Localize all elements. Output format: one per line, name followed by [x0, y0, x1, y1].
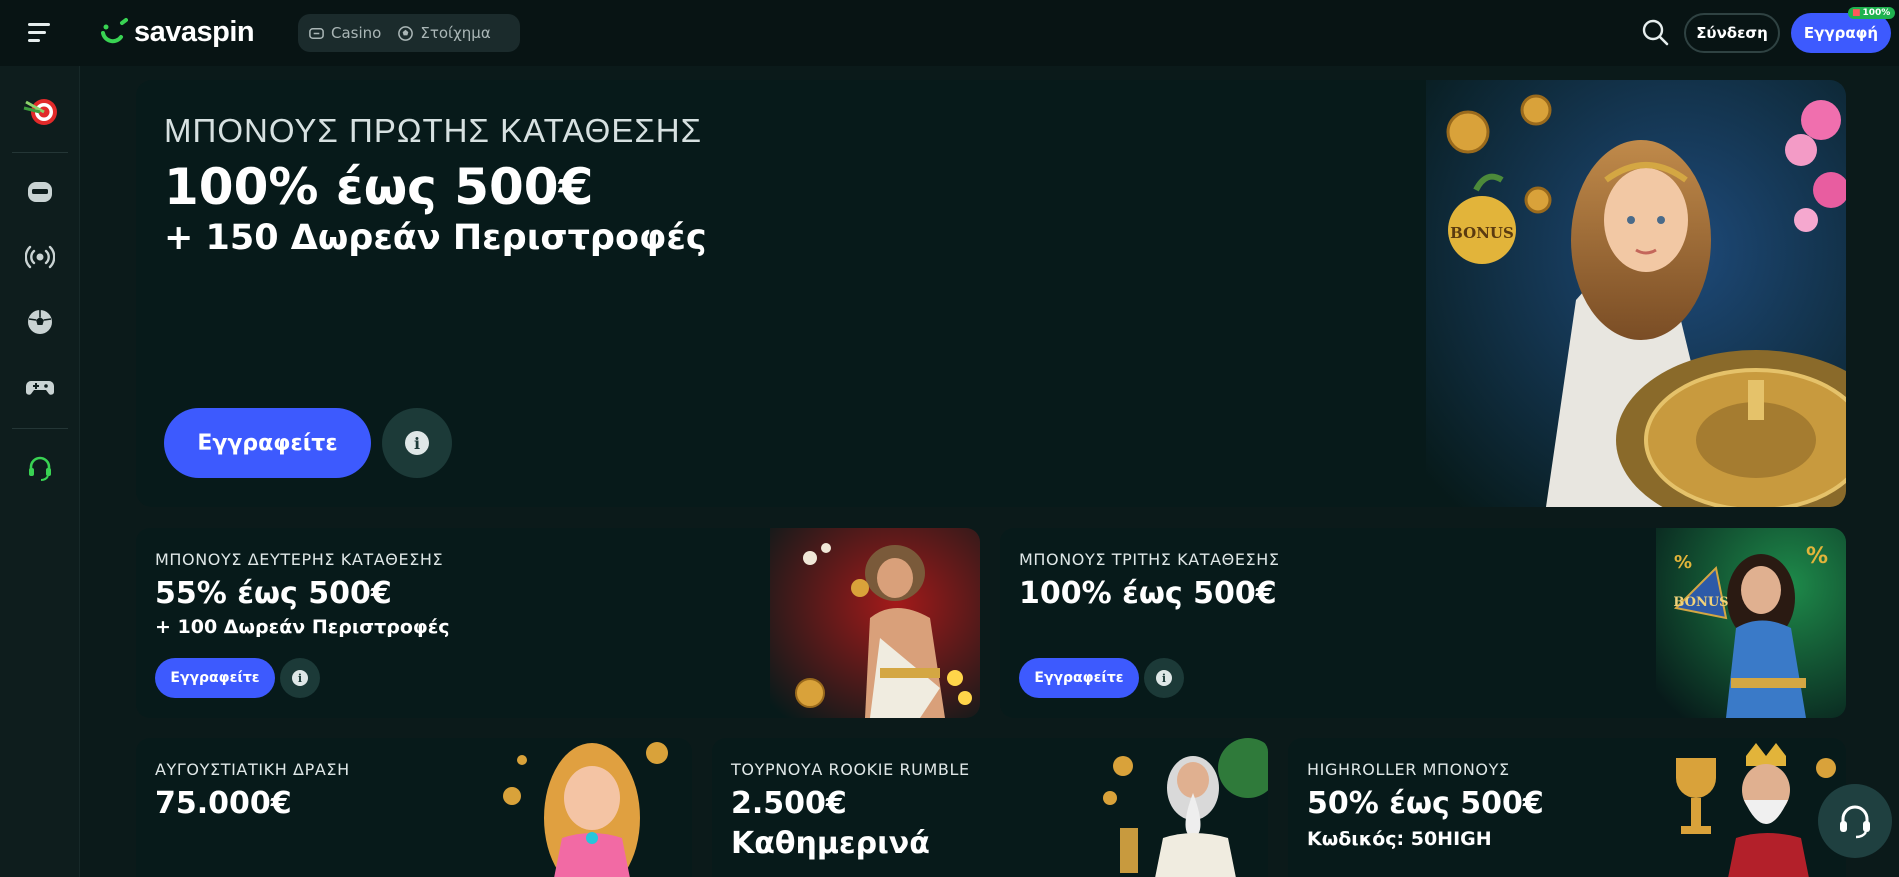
- nav-sports-label: Στοίχημα: [420, 24, 491, 42]
- hero-title: 100% έως 500€: [164, 158, 594, 216]
- zeus-illustration: [770, 528, 980, 718]
- live-broadcast-icon[interactable]: [20, 237, 60, 277]
- nav-casino-label: Casino: [331, 24, 382, 42]
- info-icon: i: [292, 670, 308, 686]
- login-button[interactable]: Σύνδεση: [1684, 13, 1780, 53]
- support-chat-icon: [1840, 805, 1870, 839]
- casino-icon: [309, 27, 324, 39]
- hero-kicker: ΜΠΟΝΟΥΣ ΠΡΩΤΗΣ ΚΑΤΑΘΕΣΗΣ: [164, 112, 702, 149]
- top-nav: Casino Στοίχημα: [298, 14, 520, 52]
- promo-title: 55% έως 500€: [155, 576, 392, 611]
- promo-card-third-deposit: ΜΠΟΝΟΥΣ ΤΡΙΤΗΣ ΚΑΤΑΘΕΣΗΣ 100% έως 500€ Ε…: [1000, 528, 1846, 718]
- promo-register-button[interactable]: Εγγραφείτε: [1019, 658, 1139, 698]
- promo-title: 50% έως 500€: [1307, 786, 1544, 821]
- coin: [1520, 94, 1552, 126]
- promo-title: 2.500€: [731, 786, 847, 821]
- hero-register-button[interactable]: Εγγραφείτε: [164, 408, 371, 478]
- hero-banner: ΜΠΟΝΟΥΣ ΠΡΩΤΗΣ ΚΑΤΑΘΕΣΗΣ 100% έως 500€ +…: [136, 80, 1846, 507]
- hero-subtitle: + 150 Δωρεάν Περιστροφές: [164, 218, 707, 258]
- blonde-woman-illustration: [503, 742, 668, 877]
- support-chat-button[interactable]: [1818, 784, 1892, 858]
- promo-card-august-action: ΑΥΓΟΥΣΤΙΑΤΙΚΗ ΔΡΑΣΗ 75.000€: [136, 738, 692, 877]
- target-darts-icon[interactable]: [20, 90, 60, 130]
- gamepad-icon[interactable]: [20, 367, 60, 407]
- sidebar-divider: [12, 428, 68, 429]
- goddess-fan-illustration: BONUS % %: [1656, 528, 1846, 718]
- promo-card-rookie-rumble: ΤΟΥΡΝΟΥΑ ROOKIE RUMBLE 2.500€ Καθημερινά: [712, 738, 1268, 877]
- hero-goddess-illustration: BONUS: [1426, 80, 1846, 507]
- info-icon: i: [1156, 670, 1172, 686]
- menu-icon[interactable]: [24, 18, 58, 48]
- football-icon[interactable]: [20, 302, 60, 342]
- svg-text:%: %: [1806, 544, 1828, 569]
- logo-text: savaspin: [134, 15, 255, 48]
- search-icon[interactable]: [1640, 17, 1672, 49]
- promo-kicker: ΤΟΥΡΝΟΥΑ ROOKIE RUMBLE: [731, 760, 970, 779]
- logo-swirl-icon: [101, 18, 128, 44]
- promo-kicker: ΜΠΟΝΟΥΣ ΔΕΥΤΕΡΗΣ ΚΑΤΑΘΕΣΗΣ: [155, 550, 444, 569]
- coin: [1446, 110, 1490, 154]
- logo[interactable]: savaspin: [98, 12, 255, 52]
- register-bonus-badge: ■ 100%: [1848, 7, 1896, 19]
- promo-kicker: ΑΥΓΟΥΣΤΙΑΤΙΚΗ ΔΡΑΣΗ: [155, 760, 350, 779]
- sidebar: [0, 66, 80, 877]
- promo-kicker: HIGHROLLER ΜΠΟΝΟΥΣ: [1307, 760, 1510, 779]
- promo-subtitle: + 100 Δωρεάν Περιστροφές: [155, 616, 450, 638]
- nav-sports[interactable]: Στοίχημα: [397, 24, 491, 42]
- info-icon: i: [405, 431, 429, 455]
- gift-icon: ■: [1852, 8, 1861, 18]
- coin: [1524, 186, 1552, 214]
- hero-info-button[interactable]: i: [382, 408, 452, 478]
- register-badge-text: 100%: [1862, 8, 1891, 18]
- promo-title: 75.000€: [155, 786, 292, 821]
- register-button[interactable]: Εγγραφή: [1791, 13, 1891, 53]
- promo-kicker: ΜΠΟΝΟΥΣ ΤΡΙΤΗΣ ΚΑΤΑΘΕΣΗΣ: [1019, 550, 1280, 569]
- promo-title-line2: Καθημερινά: [731, 826, 930, 861]
- nav-casino[interactable]: Casino: [308, 24, 381, 42]
- promo-code: Κωδικός: 50HIGH: [1307, 828, 1492, 850]
- promo-card-highroller: HIGHROLLER ΜΠΟΝΟΥΣ 50% έως 500€ Κωδικός:…: [1288, 738, 1846, 877]
- support-headset-icon[interactable]: [20, 448, 60, 488]
- promo-card-second-deposit: ΜΠΟΝΟΥΣ ΔΕΥΤΕΡΗΣ ΚΑΤΑΘΕΣΗΣ 55% έως 500€ …: [136, 528, 980, 718]
- old-god-illustration: [1103, 738, 1268, 877]
- promo-register-button[interactable]: Εγγραφείτε: [155, 658, 275, 698]
- promo-info-button[interactable]: i: [1144, 658, 1184, 698]
- svg-text:BONUS: BONUS: [1673, 595, 1728, 610]
- svg-text:%: %: [1674, 552, 1692, 573]
- top-bar: savaspin Casino Στοίχημα Σύνδεση Εγγραφή…: [0, 0, 1899, 66]
- king-trophy-illustration: [1676, 743, 1836, 877]
- sports-ball-icon: [398, 25, 414, 41]
- promo-info-button[interactable]: i: [280, 658, 320, 698]
- sidebar-divider: [12, 152, 68, 153]
- svg-text:BONUS: BONUS: [1450, 224, 1514, 242]
- slot-machine-icon[interactable]: [20, 172, 60, 212]
- promo-title: 100% έως 500€: [1019, 576, 1277, 611]
